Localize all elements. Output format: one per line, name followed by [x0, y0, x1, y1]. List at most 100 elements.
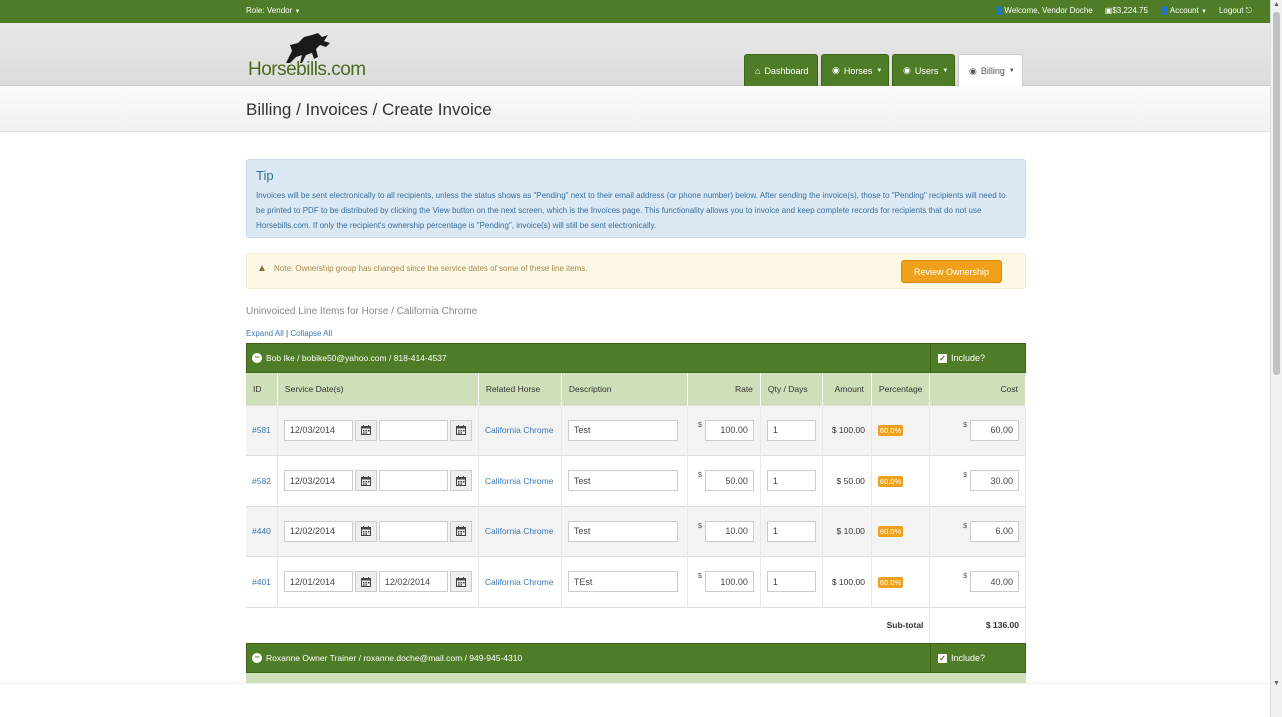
col-amount: Amount [822, 373, 872, 405]
collapse-icon[interactable]: − [252, 653, 262, 663]
start-date-input[interactable]: 12/03/2014 [283, 470, 353, 492]
row-id-link[interactable]: #582 [252, 476, 271, 486]
date-range: 12/02/2014 [283, 520, 472, 542]
related-horse-link[interactable]: California Chrome [485, 425, 554, 435]
scroll-down-icon[interactable]: ▼ [1273, 680, 1280, 687]
related-horse-link[interactable]: California Chrome [485, 577, 554, 587]
description-input[interactable]: Test [567, 419, 678, 441]
row-id-link[interactable]: #401 [252, 577, 271, 587]
related-horse-link[interactable]: California Chrome [485, 526, 554, 536]
row-dates-cell: 12/03/2014 [277, 404, 479, 456]
start-date-input[interactable]: 12/02/2014 [283, 520, 353, 542]
qty-input[interactable]: 1 [766, 571, 816, 593]
row-qty-cell: 1 [760, 556, 823, 607]
cost-input[interactable]: 40.00 [970, 571, 1019, 593]
calendar-icon[interactable] [449, 571, 472, 593]
percentage-badge: 60.0% [877, 526, 904, 538]
cost-input[interactable]: 60.00 [970, 419, 1019, 441]
row-desc-cell: Test [561, 404, 688, 456]
collapse-all-link[interactable]: Collapse All [290, 329, 332, 338]
description-input[interactable]: Test [567, 470, 678, 492]
row-pct-cell: 60.0% [871, 455, 931, 506]
row-id-link[interactable]: #440 [252, 526, 271, 536]
end-date-input[interactable]: 12/02/2014 [378, 571, 448, 593]
include-toggle[interactable]: ✓ Include? [930, 344, 985, 372]
cost-field: $40.00 [936, 571, 1019, 593]
account-dropdown[interactable]: 👤Account ▼ [1160, 6, 1207, 16]
expand-collapse-links: Expand All | Collapse All [246, 329, 332, 338]
calendar-icon[interactable] [449, 419, 472, 441]
scrollbar[interactable]: ▲ ▼ [1270, 0, 1282, 717]
dashboard-icon: ⌂ [755, 65, 761, 76]
cost-input[interactable]: 6.00 [970, 520, 1019, 542]
caret-down-icon: ▼ [294, 9, 301, 15]
percentage-badge: 60.0% [877, 576, 904, 588]
balance: ▣$3,224.75 [1105, 6, 1148, 16]
checkbox-checked-icon[interactable]: ✓ [938, 653, 947, 663]
rate-input[interactable]: 100.00 [704, 419, 754, 441]
role-dropdown[interactable]: Role: Vendor ▼ [246, 6, 300, 15]
row-rate-cell: $100.00 [687, 556, 761, 607]
logout-icon: ⎋ [1245, 6, 1252, 15]
collapse-icon[interactable]: − [252, 353, 262, 363]
calendar-icon[interactable] [354, 419, 377, 441]
rate-input[interactable]: 100.00 [704, 571, 754, 593]
logout-link[interactable]: Logout ⎋ [1219, 6, 1252, 16]
include-toggle[interactable]: ✓ Include? [930, 644, 985, 672]
ownership-warning: ▲ Note: Ownership group has changed sinc… [246, 253, 1026, 289]
calendar-icon[interactable] [354, 470, 377, 492]
checkbox-checked-icon[interactable]: ✓ [938, 353, 947, 363]
main-nav: ⌂ Dashboard ◉ Horses ▼ ◉ Users ▼ ◉ Billi… [744, 54, 1023, 87]
qty-input[interactable]: 1 [766, 470, 816, 492]
nav-billing[interactable]: ◉ Billing ▼ [958, 54, 1023, 87]
rate-input[interactable]: 10.00 [704, 520, 754, 542]
currency-symbol: $ [698, 522, 702, 530]
caret-down-icon: ▼ [876, 67, 883, 74]
expand-all-link[interactable]: Expand All [246, 329, 284, 338]
description-input[interactable]: Test [567, 520, 678, 542]
user-icon: 👤 [1159, 6, 1170, 15]
start-date-input[interactable]: 12/03/2014 [283, 419, 353, 441]
logo-text: Horsebills.com [248, 59, 366, 80]
include-label: Include? [951, 653, 986, 663]
review-ownership-button[interactable]: Review Ownership [901, 260, 1002, 283]
currency-symbol: $ [963, 472, 967, 480]
calendar-icon[interactable] [354, 520, 377, 542]
calendar-icon[interactable] [449, 470, 472, 492]
warning-text: Note: Ownership group has changed since … [274, 264, 588, 273]
description-input[interactable]: TEst [567, 571, 678, 593]
nav-dashboard[interactable]: ⌂ Dashboard [744, 54, 818, 86]
balance-label: $3,224.75 [1112, 6, 1148, 15]
recipient-name: Roxanne Owner Trainer / roxanne.doche@ma… [266, 653, 523, 663]
calendar-icon[interactable] [449, 520, 472, 542]
scroll-up-icon[interactable]: ▲ [1273, 1, 1280, 8]
qty-input[interactable]: 1 [766, 419, 816, 441]
end-date-input[interactable] [378, 470, 448, 492]
cost-input[interactable]: 30.00 [970, 470, 1019, 492]
include-label: Include? [951, 353, 986, 363]
col-related-horse: Related Horse [478, 373, 562, 405]
recipient-group-header[interactable]: − Roxanne Owner Trainer / roxanne.doche@… [246, 643, 1026, 673]
end-date-input[interactable] [378, 520, 448, 542]
row-rate-cell: $50.00 [687, 455, 761, 506]
end-date-input[interactable] [378, 419, 448, 441]
recipient-group-header[interactable]: − Bob Ike / bobike50@yahoo.com / 818-414… [246, 343, 1026, 373]
calendar-icon[interactable] [354, 571, 377, 593]
logo[interactable]: Horsebills.com [248, 33, 366, 81]
row-pct-cell: 60.0% [871, 556, 931, 607]
nav-horses[interactable]: ◉ Horses ▼ [821, 54, 889, 86]
cost-field: $30.00 [936, 470, 1019, 492]
row-cost-cell: $60.00 [929, 404, 1026, 456]
qty-input[interactable]: 1 [766, 520, 816, 542]
start-date-input[interactable]: 12/01/2014 [283, 571, 353, 593]
nav-users[interactable]: ◉ Users ▼ [892, 54, 955, 86]
eye-icon: ◉ [969, 65, 977, 76]
row-id-link[interactable]: #581 [252, 425, 271, 435]
eye-icon: ◉ [832, 65, 840, 75]
rate-input[interactable]: 50.00 [704, 470, 754, 492]
top-bar: Role: Vendor ▼ 👤Welcome, Vendor Doche ▣$… [0, 0, 1282, 23]
rate-field: $50.00 [694, 470, 754, 492]
scrollbar-thumb[interactable] [1273, 12, 1280, 375]
row-qty-cell: 1 [760, 455, 823, 506]
related-horse-link[interactable]: California Chrome [485, 476, 554, 486]
